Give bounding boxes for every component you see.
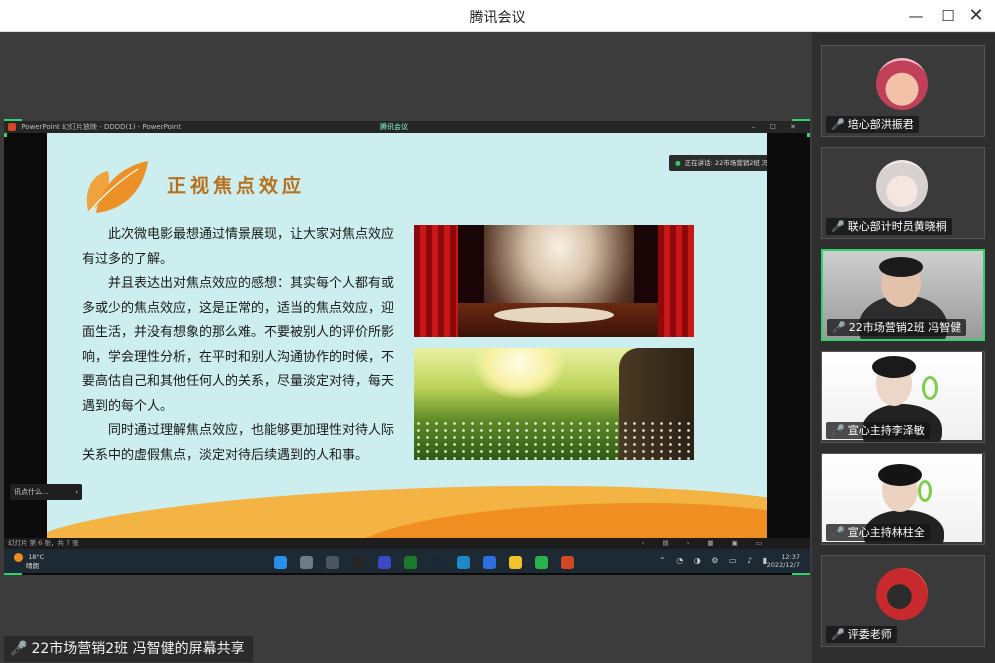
app-icon[interactable] <box>378 556 392 569</box>
steam-icon[interactable] <box>430 556 444 569</box>
ppt-view-controls: ‹ ▤ › ▦ ▣ ▭ <box>641 539 770 547</box>
xbox-icon[interactable] <box>404 556 418 569</box>
share-caption-text: 22市场营销2班 冯智健的屏幕共享 <box>31 641 245 657</box>
clock[interactable]: 12:37 2022/12/7 <box>767 553 800 569</box>
weather-widget: 18°C 晴朗 <box>14 553 44 570</box>
mic-icon: 🎤 <box>832 321 846 334</box>
avatar <box>876 568 928 620</box>
edge-icon[interactable] <box>456 556 470 569</box>
slide-paragraph: 并且表达出对焦点效应的感想：其实每个人都有或多或少的焦点效应，这是正常的，适当的… <box>82 276 395 414</box>
sun-icon <box>14 553 23 562</box>
participant-panel: 🎤 培心部洪振君 🎤 联心部计时员黄晓桐 🎤 22市场营销2班 冯智健 🎤 宣心主持李泽… <box>812 33 995 663</box>
start-icon[interactable] <box>274 556 287 569</box>
participant-name: 🎤 宣心主持李泽敏 <box>826 422 930 439</box>
wechat-icon[interactable] <box>534 556 548 569</box>
close-button[interactable]: ✕ <box>963 4 989 28</box>
avatar <box>876 160 928 212</box>
ppt-titlebar: PowerPoint 幻灯片放映 - DDDD(1) - PowerPoint … <box>4 121 810 133</box>
participant-name: 🎤 培心部洪振君 <box>826 116 919 133</box>
slide: 正视焦点效应 此次微电影最想通过情景展现，让大家对焦点效应有过多的了解。 并且表… <box>47 133 767 538</box>
app-icon[interactable] <box>482 556 496 569</box>
participant-tile[interactable]: 🎤 联心部计时员黄晓桐 <box>821 147 985 239</box>
leaf-logo-icon <box>86 161 148 213</box>
minimize-button[interactable]: — <box>903 4 929 28</box>
mic-icon: 🎤 <box>10 641 28 657</box>
search-icon[interactable] <box>300 556 314 569</box>
system-tray[interactable]: ⌃ ◔ ◑ ⚙ ▭ ♪ ▮ <box>659 556 771 565</box>
avatar <box>876 58 928 110</box>
mic-icon: 🎤 <box>831 220 845 233</box>
taskbar-apps <box>274 554 582 573</box>
slide-paragraph: 同时通过理解焦点效应，也能够更加理性对待人际关系中的虚假焦点，淡定对待后续遇到的… <box>82 423 395 463</box>
participant-name: 🎤 22市场营销2班 冯智健 <box>827 319 967 336</box>
mic-icon: 🎤 <box>831 424 845 437</box>
speaking-indicator: ●正在讲话: 22市场营销2班 冯智... <box>669 155 767 171</box>
slide-title: 正视焦点效应 <box>167 175 306 197</box>
stage-image <box>414 225 694 337</box>
app-icon[interactable] <box>352 556 366 569</box>
screen-share-area[interactable]: PowerPoint 幻灯片放映 - DDDD(1) - PowerPoint … <box>4 33 810 663</box>
participant-tile[interactable]: 🎤 宣心主持李泽敏 <box>821 351 985 443</box>
participant-name: 🎤 评委老师 <box>826 626 897 643</box>
slide-body: 此次微电影最想通过情景展现，让大家对焦点效应有过多的了解。 并且表达出对焦点效应… <box>82 223 400 468</box>
task-view-icon[interactable] <box>326 556 340 569</box>
powerpoint-icon <box>8 123 16 131</box>
participant-tile[interactable]: 🎤 评委老师 <box>821 555 985 647</box>
participant-tile[interactable]: 🎤 宣心主持林柱全 <box>821 453 985 545</box>
mic-muted-icon: 🎤 <box>831 118 845 131</box>
share-caption: 🎤 22市场营销2班 冯智健的屏幕共享 <box>4 636 253 662</box>
powerpoint-icon[interactable] <box>561 556 575 569</box>
maximize-button[interactable]: ☐ <box>935 4 961 28</box>
participant-tile-active[interactable]: 🎤 22市场营销2班 冯智健 <box>821 249 985 341</box>
mic-muted-icon: 🎤 <box>831 628 845 641</box>
ppt-window-controls: – ☐ ✕ <box>751 123 802 131</box>
participant-name: 🎤 联心部计时员黄晓桐 <box>826 218 952 235</box>
meeting-tag: 腾讯会议 <box>380 123 408 131</box>
weather-desc: 晴朗 <box>26 562 39 570</box>
slide-paragraph: 此次微电影最想通过情景展现，让大家对焦点效应有过多的了解。 <box>82 227 395 267</box>
mic-icon: 🎤 <box>831 526 845 539</box>
window-title: 腾讯会议 <box>469 10 526 26</box>
side-chat-chip[interactable]: 讯点什么... ‹ <box>10 484 82 500</box>
windows-taskbar: 18°C 晴朗 ⌃ ◔ ◑ ⚙ ▭ ♪ ▮ 12:37 2022/12/7 <box>4 549 810 573</box>
weather-temp: 18°C <box>28 553 45 561</box>
ppt-title: PowerPoint 幻灯片放映 - DDDD(1) - PowerPoint <box>21 123 181 131</box>
meadow-image <box>414 348 694 460</box>
mic-icon: ● <box>675 159 681 167</box>
slide-counter: 幻灯片 第 6 张，共 7 张 <box>8 539 79 547</box>
chevron-left-icon: ‹ <box>75 488 78 496</box>
window-titlebar: 腾讯会议 — ☐ ✕ <box>0 0 995 32</box>
ppt-statusbar: 幻灯片 第 6 张，共 7 张 ‹ ▤ › ▦ ▣ ▭ <box>4 538 810 549</box>
participant-name: 🎤 宣心主持林柱全 <box>826 524 930 541</box>
participant-tile[interactable]: 🎤 培心部洪振君 <box>821 45 985 137</box>
side-chip-label: 讯点什么... <box>14 488 49 496</box>
folder-icon[interactable] <box>508 556 522 569</box>
